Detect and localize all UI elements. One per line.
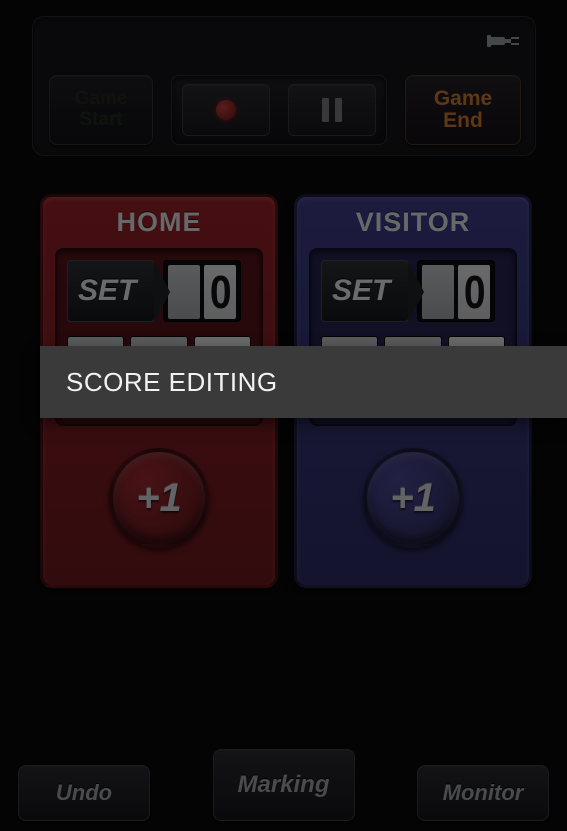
score-editing-toast[interactable]: SCORE EDITING [40, 346, 567, 418]
toast-text: SCORE EDITING [66, 367, 278, 398]
app-screen: Game Start Game End HOME SET [0, 0, 567, 831]
